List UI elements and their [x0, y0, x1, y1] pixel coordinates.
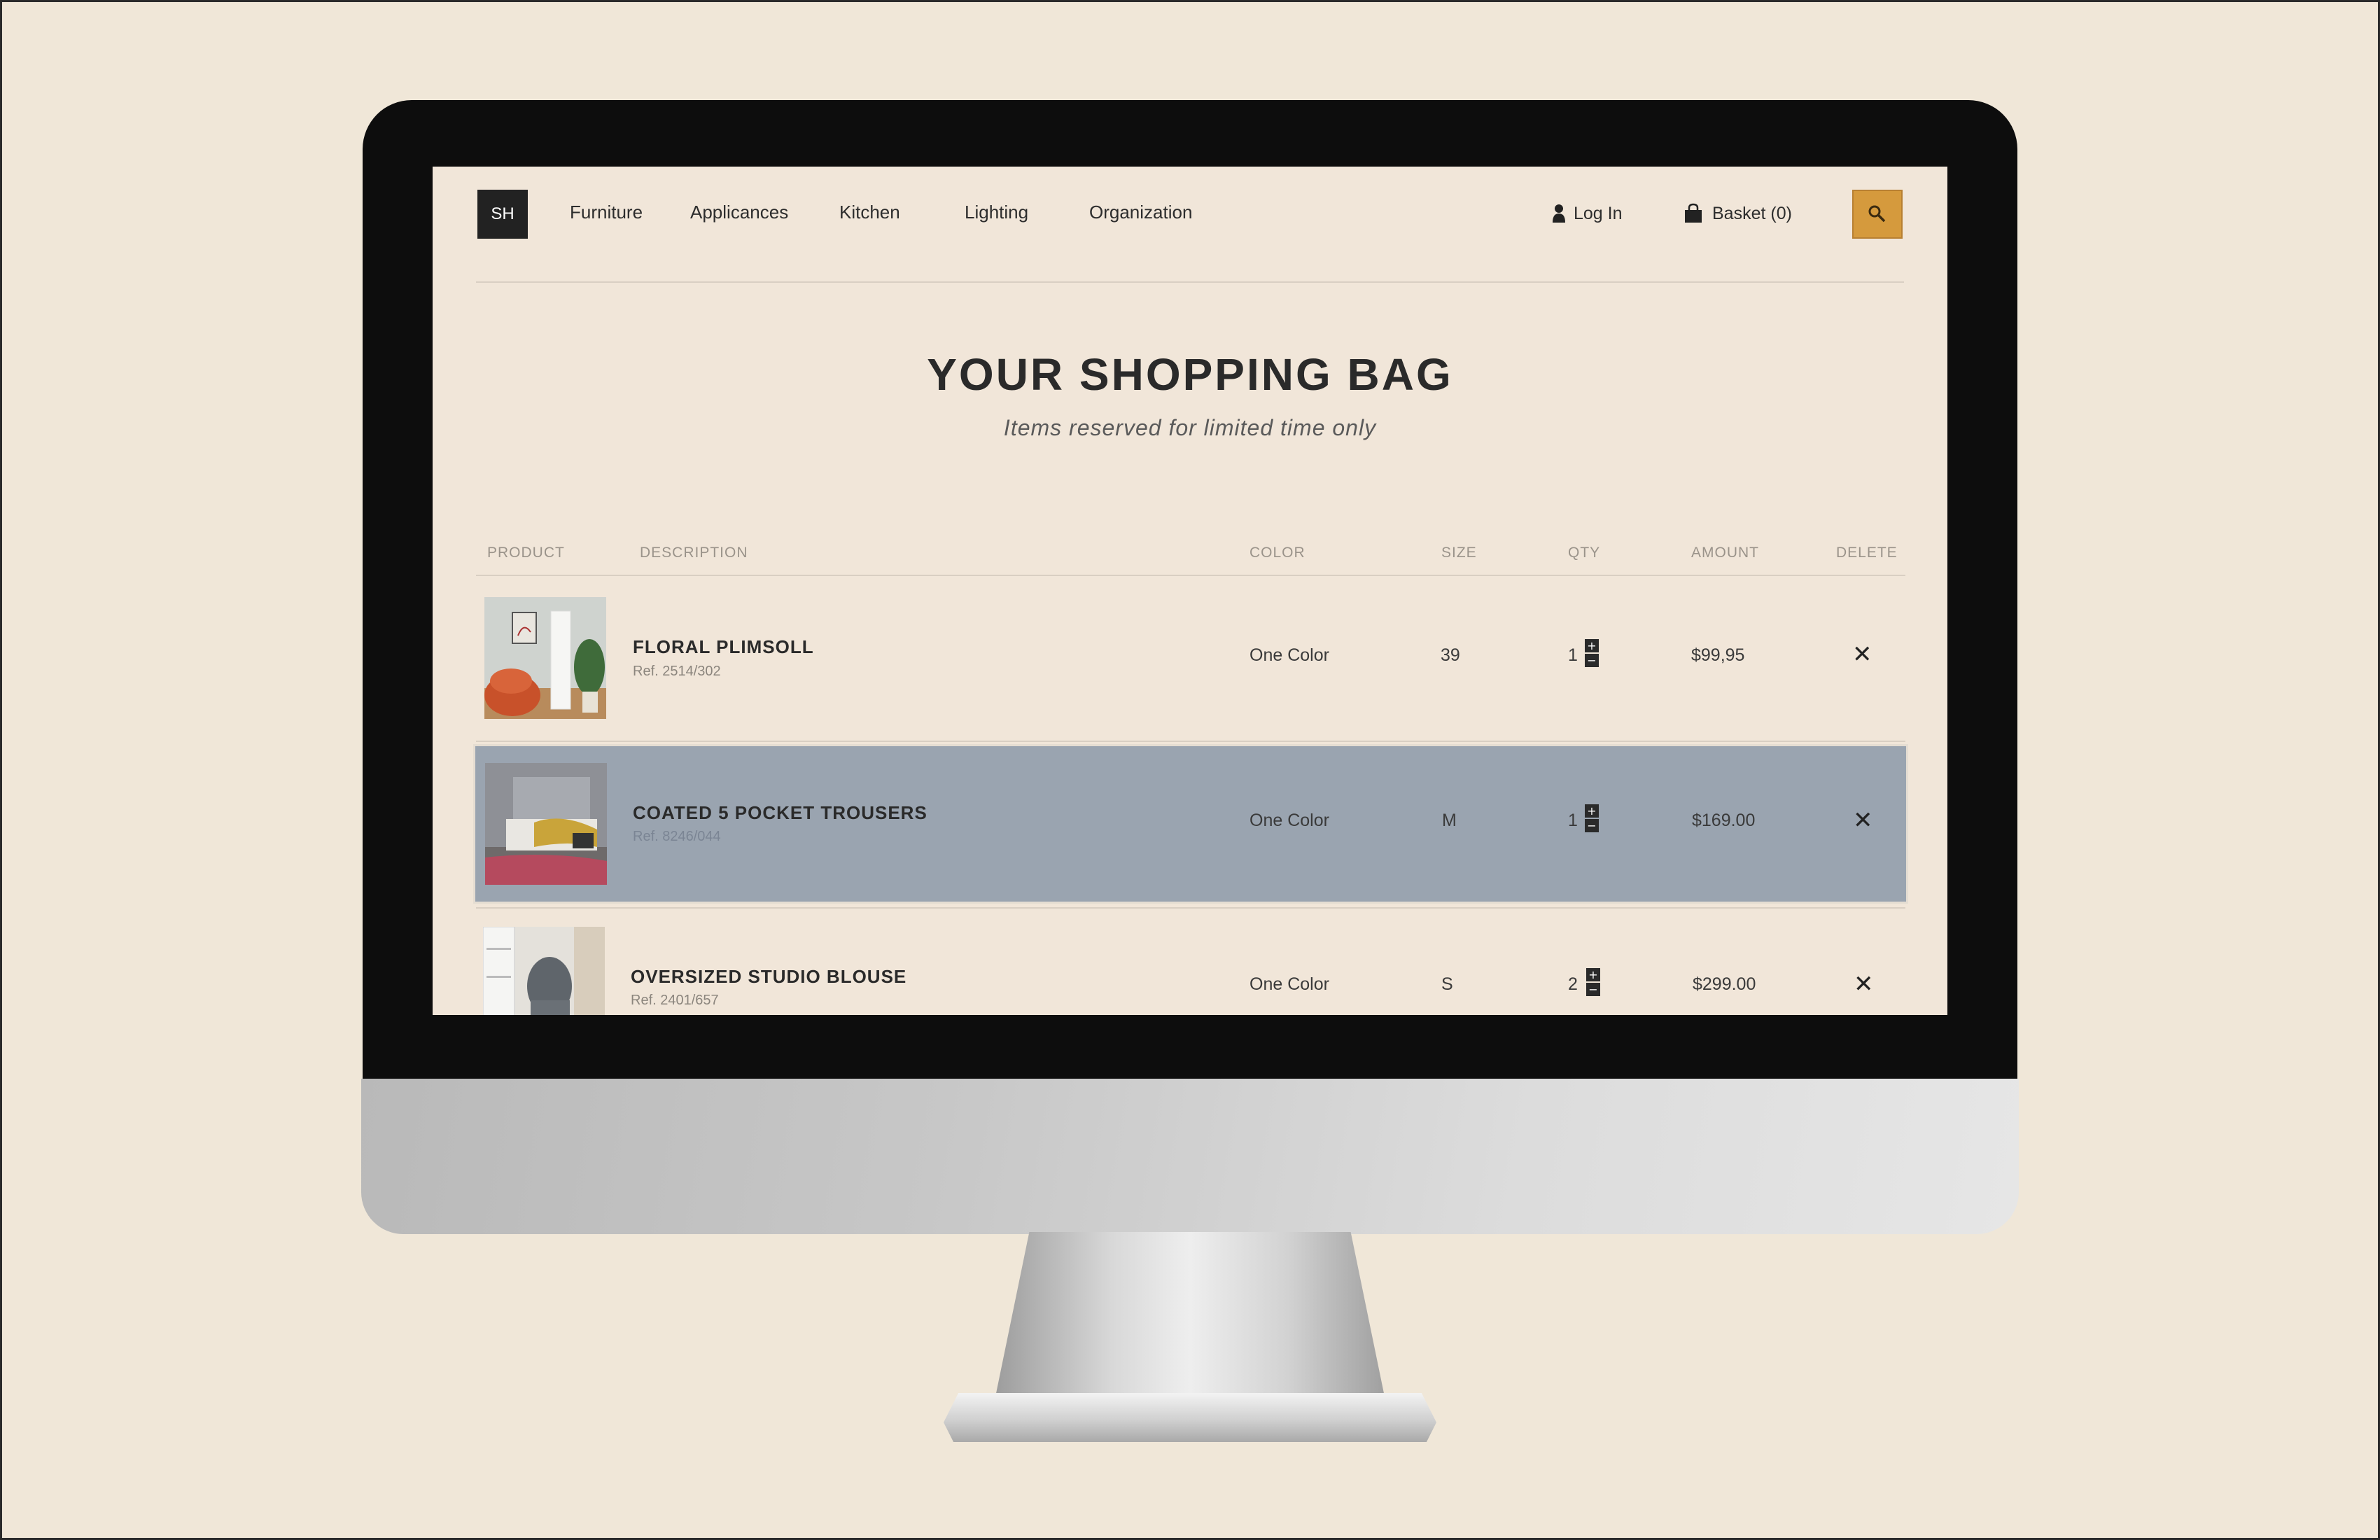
product-amount: $299.00	[1693, 974, 1756, 994]
nav-link-appliances[interactable]: Applicances	[690, 202, 788, 223]
product-size: S	[1441, 974, 1453, 994]
qty-minus-button[interactable]: −	[1585, 654, 1599, 667]
qty-stepper: + −	[1585, 639, 1599, 667]
row-divider	[476, 741, 1905, 742]
search-button[interactable]	[1852, 190, 1903, 239]
col-header-color: COLOR	[1250, 545, 1306, 561]
search-icon	[1868, 205, 1886, 223]
product-qty: 2	[1568, 974, 1578, 994]
col-header-description: DESCRIPTION	[640, 545, 748, 561]
qty-minus-button[interactable]: −	[1586, 983, 1600, 996]
site-logo[interactable]: SH	[477, 190, 528, 239]
product-name[interactable]: FLORAL PLIMSOLL	[633, 636, 814, 658]
table-row: FLORAL PLIMSOLL Ref. 2514/302 One Color …	[473, 576, 1908, 730]
table-row-selected[interactable]: COATED 5 POCKET TROUSERS Ref. 8246/044 O…	[473, 744, 1908, 904]
page-title: YOUR SHOPPING BAG	[927, 349, 1453, 400]
product-ref: Ref. 2401/657	[631, 993, 719, 1008]
product-image[interactable]	[485, 763, 607, 885]
nav-link-furniture[interactable]: Furniture	[570, 202, 643, 223]
product-image[interactable]	[483, 927, 605, 1015]
product-name[interactable]: OVERSIZED STUDIO BLOUSE	[631, 966, 906, 988]
product-amount: $169.00	[1692, 811, 1756, 830]
product-size: M	[1442, 811, 1457, 830]
product-name[interactable]: COATED 5 POCKET TROUSERS	[633, 802, 927, 824]
product-size: 39	[1441, 645, 1460, 665]
user-icon	[1553, 204, 1565, 223]
qty-plus-button[interactable]: +	[1585, 804, 1599, 818]
basket-label: Basket (0)	[1712, 203, 1792, 223]
col-header-product: PRODUCT	[487, 545, 565, 561]
qty-minus-button[interactable]: −	[1585, 819, 1599, 832]
qty-stepper: + −	[1585, 804, 1599, 832]
screen: SH Furniture Applicances Kitchen Lightin…	[433, 167, 1947, 1015]
col-header-amount: AMOUNT	[1691, 545, 1759, 561]
page-subtitle: Items reserved for limited time only	[1003, 415, 1377, 440]
nav-divider	[476, 281, 1904, 283]
product-ref: Ref. 2514/302	[633, 664, 721, 679]
product-image[interactable]	[484, 597, 606, 719]
monitor-stand	[994, 1232, 1386, 1404]
nav-link-lighting[interactable]: Lighting	[965, 202, 1028, 223]
qty-plus-button[interactable]: +	[1585, 639, 1599, 652]
col-header-delete: DELETE	[1836, 545, 1898, 561]
shopping-bag-icon	[1685, 203, 1702, 223]
product-color: One Color	[1250, 974, 1329, 994]
delete-icon[interactable]: ✕	[1853, 806, 1873, 834]
qty-plus-button[interactable]: +	[1586, 968, 1600, 981]
product-ref: Ref. 8246/044	[633, 829, 721, 844]
nav-link-organization[interactable]: Organization	[1089, 202, 1192, 223]
product-amount: $99,95	[1691, 645, 1745, 665]
product-qty: 1	[1568, 645, 1578, 665]
monitor-chin	[361, 1079, 2019, 1234]
table-row: OVERSIZED STUDIO BLOUSE Ref. 2401/657 On…	[473, 910, 1908, 1015]
col-header-size: SIZE	[1441, 545, 1477, 561]
nav-link-kitchen[interactable]: Kitchen	[839, 202, 900, 223]
col-header-qty: QTY	[1568, 545, 1601, 561]
monitor-stand-base	[944, 1393, 1436, 1442]
basket-link[interactable]: Basket (0)	[1683, 203, 1792, 224]
qty-stepper: + −	[1586, 968, 1600, 996]
delete-icon[interactable]: ✕	[1854, 970, 1874, 998]
login-link[interactable]: Log In	[1551, 203, 1623, 224]
product-color: One Color	[1250, 645, 1329, 665]
product-qty: 1	[1568, 811, 1578, 830]
row-divider	[476, 907, 1905, 909]
product-color: One Color	[1250, 811, 1329, 830]
delete-icon[interactable]: ✕	[1852, 640, 1872, 668]
login-label: Log In	[1574, 203, 1623, 223]
